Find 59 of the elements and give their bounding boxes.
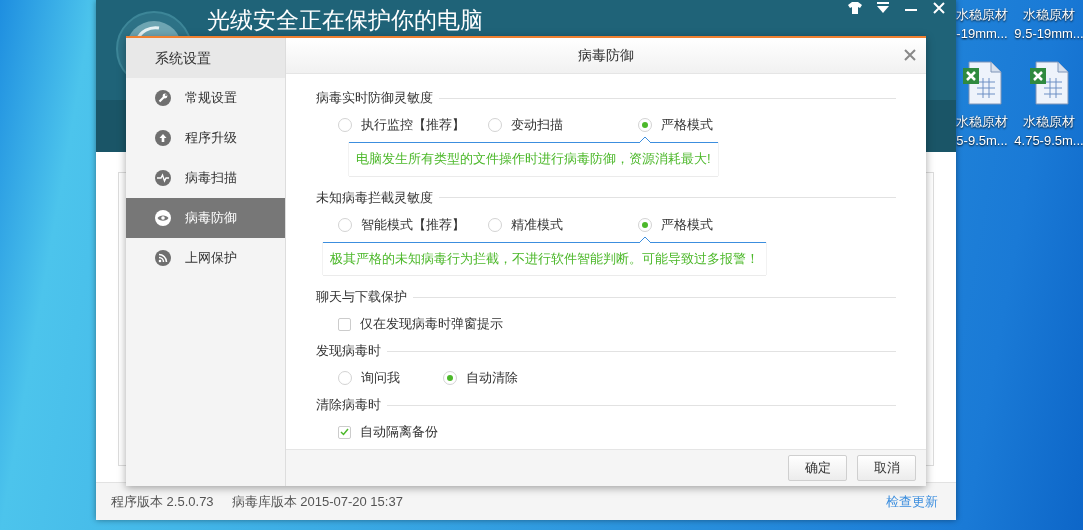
file-label: 9.5-19mm...	[1014, 25, 1083, 43]
file-label: 水稳原材	[1023, 113, 1075, 131]
spreadsheet-file-icon[interactable]	[961, 60, 1003, 106]
section-heading: 未知病毒拦截灵敏度	[316, 188, 433, 207]
option-label[interactable]: 询问我	[361, 368, 400, 388]
option-label[interactable]: 自动清除	[466, 368, 518, 388]
option-label[interactable]: 执行监控【推荐】	[361, 115, 465, 135]
file-label: 水稳原材	[956, 6, 1008, 24]
spreadsheet-file-icon[interactable]	[1028, 60, 1070, 106]
sidebar-item[interactable]: 上网保护	[126, 238, 285, 278]
radio-button[interactable]	[338, 118, 352, 133]
dialog-button[interactable]: 取消	[857, 455, 916, 481]
radio-button[interactable]	[638, 118, 652, 133]
file-label: 5-9.5m...	[956, 132, 1008, 150]
section-heading: 病毒实时防御灵敏度	[316, 89, 433, 108]
eye-icon	[155, 210, 171, 226]
sidebar-item[interactable]: 程序升级	[126, 118, 285, 158]
checkmark-icon	[340, 428, 349, 437]
app-title: 光绒安全正在保护你的电脑	[207, 6, 483, 34]
option-label[interactable]: 严格模式	[661, 214, 713, 235]
option-label[interactable]: 自动隔离备份	[360, 422, 438, 442]
radio-button[interactable]	[638, 217, 652, 232]
option-label[interactable]: 精准模式	[511, 214, 563, 235]
file-label: -19mm...	[956, 25, 1008, 43]
radio-button[interactable]	[488, 217, 502, 232]
radio-button[interactable]	[488, 118, 502, 133]
dialog-button[interactable]: 确定	[788, 455, 847, 481]
pulse-icon	[155, 170, 171, 186]
option-label[interactable]: 仅在发现病毒时弹窗提示	[360, 314, 503, 334]
option-label[interactable]: 严格模式	[661, 115, 713, 135]
dialog-title: 病毒防御	[578, 46, 634, 65]
sidebar-item[interactable]: 病毒防御	[126, 198, 285, 238]
file-label: 水稳原材	[1023, 6, 1075, 24]
menu-icon[interactable]	[876, 2, 890, 14]
checkbox[interactable]	[338, 317, 351, 331]
section-heading: 聊天与下载保护	[316, 288, 407, 307]
rss-icon	[155, 250, 171, 266]
section-heading: 发现病毒时	[316, 342, 381, 361]
close-button[interactable]	[904, 49, 916, 61]
database-version: 病毒库版本 2015-07-20 15:37	[231, 492, 403, 511]
section-heading: 清除病毒时	[316, 396, 381, 415]
program-version: 程序版本 2.5.0.73	[111, 492, 214, 511]
close-icon[interactable]	[932, 2, 946, 14]
file-label: 4.75-9.5m...	[1014, 132, 1083, 150]
sidebar-title: 系统设置	[126, 38, 285, 78]
file-label: 水稳原材	[956, 113, 1008, 131]
radio-button[interactable]	[338, 371, 352, 386]
sidebar-item[interactable]: 病毒扫描	[126, 158, 285, 198]
skin-icon[interactable]	[848, 2, 862, 14]
option-label[interactable]: 智能模式【推荐】	[361, 214, 465, 235]
radio-button[interactable]	[338, 217, 352, 232]
upload-icon	[155, 130, 171, 146]
option-label[interactable]: 变动扫描	[511, 115, 563, 135]
wrench-icon	[155, 90, 171, 106]
sidebar-item[interactable]: 常规设置	[126, 78, 285, 118]
checkbox[interactable]	[338, 425, 351, 439]
tooltip-arrow	[639, 235, 651, 243]
radio-button[interactable]	[443, 371, 457, 386]
tooltip-arrow	[639, 136, 651, 144]
